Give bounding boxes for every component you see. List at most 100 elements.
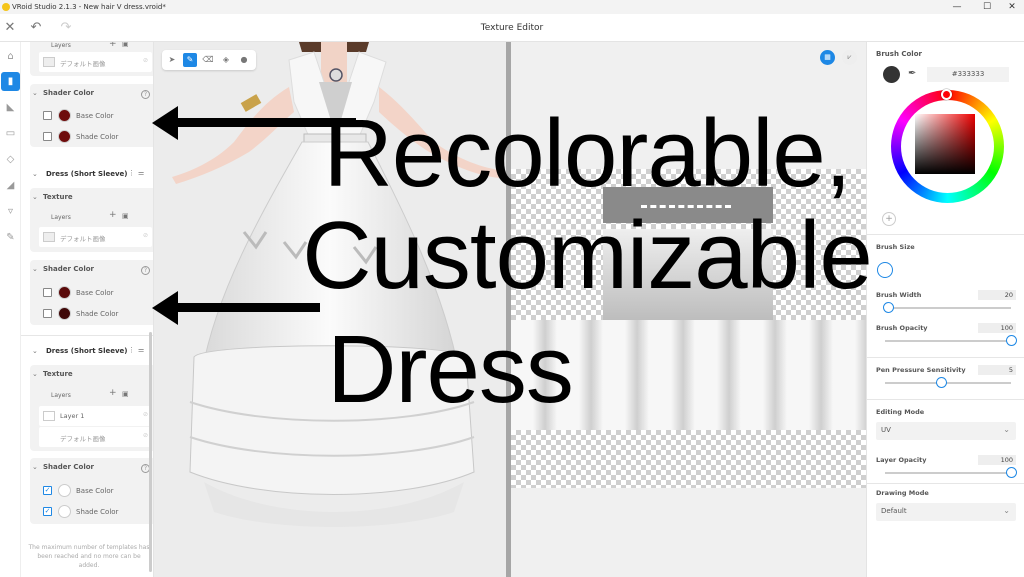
shader-color-card-3: ⌄ Shader Color ? ✓ Base Color ✓ Shade Co… (30, 458, 153, 524)
arrow-head-1 (152, 106, 178, 140)
shade-color-label: Shade Color (76, 310, 119, 318)
texture-title: Texture (43, 193, 73, 201)
chevron-down-icon[interactable]: ⌄ (32, 265, 38, 273)
shade-color-swatch[interactable] (58, 130, 71, 143)
layer-opacity-handle[interactable] (1005, 467, 1017, 478)
add-layer-icon[interactable]: + (109, 388, 117, 398)
texture-card-top: Layers + ▣ デフォルト画像 ⊘ (30, 42, 153, 76)
boot-icon[interactable]: ◢ (1, 176, 20, 195)
layers-label: Layers (51, 42, 71, 49)
dress-icon[interactable]: ▮ (1, 72, 20, 91)
layer-name: デフォルト画像 (60, 60, 106, 68)
chevron-down-icon: ⌄ (1003, 506, 1010, 515)
chevron-down-icon[interactable]: ⌄ (32, 193, 38, 201)
shield-icon[interactable]: ◇ (1, 150, 20, 169)
base-color-swatch[interactable] (58, 484, 71, 497)
brush-color-hex[interactable]: #333333 (927, 67, 1009, 82)
layer-name: デフォルト画像 (60, 435, 106, 443)
brush-width-slider[interactable] (885, 307, 1011, 309)
lock-icon[interactable]: ⊘ (143, 232, 148, 239)
texture-layer-panel: Layers + ▣ デフォルト画像 ⊘ ⌄ Shader Color ? Ba… (21, 42, 154, 577)
brush-opacity-value[interactable]: 100 (978, 323, 1016, 333)
texture-card-2: ⌄ Texture Layers + ▣ Layer 1 ⊘ デフォルト画像 ⊘ (30, 365, 153, 451)
chevron-down-icon[interactable]: ⌄ (32, 370, 38, 378)
brush-color-swatch[interactable] (883, 66, 900, 83)
maximize-button[interactable]: ☐ (975, 0, 999, 14)
pen-pressure-value[interactable]: 5 (978, 365, 1016, 375)
base-color-label: Base Color (76, 289, 114, 297)
more-options-icon[interactable]: ⋮ (128, 346, 135, 354)
pen-tool-icon[interactable]: ✎ (183, 53, 197, 67)
add-layer-icon[interactable]: + (109, 210, 117, 220)
shade-color-checkbox[interactable]: ✓ (43, 507, 52, 516)
eraser-tool-icon[interactable]: ⌫ (201, 53, 215, 67)
brush-opacity-slider[interactable] (885, 340, 1011, 342)
layer-row-default[interactable]: デフォルト画像 ⊘ (39, 227, 152, 247)
add-layer-icon[interactable]: + (109, 42, 117, 49)
chevron-down-icon[interactable]: ⌄ (32, 463, 38, 471)
uv-view-button[interactable]: ▦ (820, 50, 835, 65)
hue-handle[interactable] (941, 89, 952, 100)
transparency-band-3 (511, 430, 866, 488)
chevron-down-icon[interactable]: ⌄ (32, 170, 38, 178)
add-image-icon[interactable]: ▣ (122, 42, 129, 48)
bag-icon[interactable]: ▭ (1, 124, 20, 143)
fill-tool-icon[interactable]: ◈ (219, 53, 233, 67)
lock-icon[interactable]: ⊘ (143, 432, 148, 439)
add-image-icon[interactable]: ▣ (122, 212, 129, 220)
layer-opacity-slider[interactable] (885, 472, 1011, 474)
pen-pressure-slider[interactable] (885, 382, 1011, 384)
shade-color-checkbox[interactable] (43, 309, 52, 318)
shader-color-title: Shader Color (43, 265, 95, 273)
base-color-checkbox[interactable]: ✓ (43, 486, 52, 495)
more-options-icon[interactable]: ⋮ (128, 169, 135, 177)
select-tool-icon[interactable]: ➤ (165, 53, 179, 67)
panel-divider (867, 399, 1024, 400)
brush-icon[interactable]: ✎ (1, 228, 20, 247)
shoe-icon[interactable]: ◣ (1, 98, 20, 117)
necklace-pendant (329, 68, 343, 82)
shade-color-swatch[interactable] (58, 505, 71, 518)
drawing-mode-value: Default (881, 507, 907, 515)
layer-name: Layer 1 (60, 412, 85, 420)
shirt-icon[interactable]: ⌂ (1, 47, 20, 66)
layer-row-layer1[interactable]: Layer 1 ⊘ (39, 406, 152, 426)
settings-sliders-icon[interactable]: ⚌ (138, 346, 144, 354)
base-color-checkbox[interactable] (43, 288, 52, 297)
add-image-icon[interactable]: ▣ (122, 390, 129, 398)
layer-thumbnail (43, 57, 55, 67)
vroid-app-icon (2, 3, 10, 11)
shader-color-title: Shader Color (43, 89, 95, 97)
tie-icon[interactable]: ▿ (1, 202, 20, 221)
model-view-button[interactable]: ⩗ (842, 50, 857, 65)
layer-row-default[interactable]: デフォルト画像 ⊘ (39, 427, 152, 447)
panel-divider (867, 357, 1024, 358)
shade-color-label: Shade Color (76, 508, 119, 516)
window-close-button[interactable]: ✕ (1000, 0, 1024, 14)
lock-icon[interactable]: ⊘ (143, 411, 148, 418)
editing-mode-select[interactable]: UV ⌄ (876, 422, 1016, 440)
base-color-checkbox[interactable] (43, 111, 52, 120)
chevron-down-icon[interactable]: ⌄ (32, 89, 38, 97)
help-icon[interactable]: ? (141, 266, 150, 275)
overlay-caption-line2: Customizable (302, 202, 873, 309)
base-color-swatch[interactable] (58, 109, 71, 122)
eyedropper-icon[interactable]: ✒ (908, 68, 916, 79)
minimize-button[interactable]: — (945, 0, 969, 14)
shade-color-swatch[interactable] (58, 307, 71, 320)
uv-empty-area (511, 488, 866, 577)
base-color-swatch[interactable] (58, 286, 71, 299)
chevron-down-icon: ⌄ (1003, 425, 1010, 434)
brush-opacity-handle[interactable] (1005, 335, 1017, 346)
section-divider (21, 335, 153, 336)
chevron-down-icon[interactable]: ⌄ (32, 347, 38, 355)
help-icon[interactable]: ? (141, 90, 150, 99)
lock-icon[interactable]: ⊘ (143, 57, 148, 64)
blur-tool-icon[interactable]: ● (237, 53, 251, 67)
layer-row-default[interactable]: デフォルト画像 ⊘ (39, 52, 152, 72)
shade-color-checkbox[interactable] (43, 132, 52, 141)
layer-opacity-value[interactable]: 100 (978, 455, 1016, 465)
settings-sliders-icon[interactable]: ⚌ (138, 169, 144, 177)
pen-pressure-handle[interactable] (936, 377, 948, 388)
drawing-mode-select[interactable]: Default ⌄ (876, 503, 1016, 521)
